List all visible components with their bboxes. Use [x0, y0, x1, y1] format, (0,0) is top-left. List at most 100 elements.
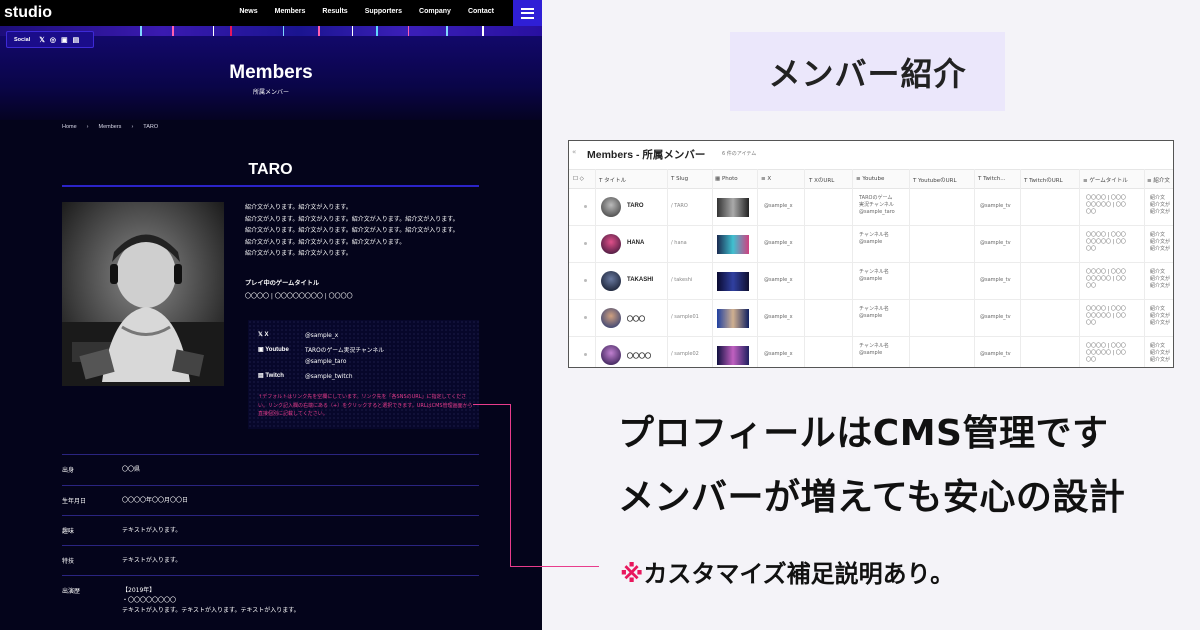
row-photo	[717, 309, 749, 328]
instagram-icon[interactable]: ◎	[50, 36, 56, 44]
row-photo	[717, 272, 749, 291]
page-title: Members	[229, 62, 313, 83]
nav-members[interactable]: Members	[275, 8, 306, 15]
column-x[interactable]: ≡ X	[761, 176, 771, 182]
row-slug: / hana	[671, 240, 687, 246]
column-twitch[interactable]: T Twitch...	[978, 176, 1006, 182]
headline-line-2: メンバーが増えても安心の設計	[618, 477, 1126, 518]
profile-row: 趣味 テキストが入ります。	[62, 515, 479, 545]
column-youtube-url[interactable]: T YoutubeのURL	[913, 176, 957, 184]
row-slug: / takeshi	[671, 277, 693, 283]
profile-label: 趣味	[62, 528, 75, 535]
sns-box: 𝕏 X @sample_x ▣ Youtube TAROのゲーム実況チャンネル …	[248, 320, 479, 429]
stripe-accent	[230, 26, 232, 36]
avatar	[601, 308, 621, 328]
sns-value-youtube: TAROのゲーム実況チャンネル @sample_taro	[305, 348, 385, 365]
chevron-right-icon: ›	[131, 124, 134, 130]
stripe-accent	[318, 26, 320, 36]
cms-row[interactable]: TARO / TARO @sample_x TAROのゲーム 実況チャンネル @…	[569, 189, 1173, 226]
twitch-icon[interactable]: ▤	[73, 36, 80, 44]
avatar	[601, 234, 621, 254]
collapse-icon[interactable]: «	[572, 148, 576, 156]
nav-news[interactable]: News	[239, 8, 257, 15]
note-mark: ※	[620, 560, 644, 588]
avatar	[601, 271, 621, 291]
name-divider	[62, 185, 479, 187]
member-name: TARO	[248, 161, 293, 178]
profile-row: 出演歴 【2019年】 ・〇〇〇〇〇〇〇〇 テキストが入ります。テキストが入りま…	[62, 575, 479, 630]
row-twitch: @sample_tv	[980, 240, 1011, 246]
row-twitch: @sample_tv	[980, 277, 1011, 283]
row-handle[interactable]	[584, 242, 587, 245]
site-logo[interactable]: studio	[4, 4, 52, 22]
column-photo[interactable]: ▦ Photo	[715, 176, 738, 182]
row-youtube: チャンネル名 @sample	[859, 306, 889, 319]
social-links-box: Social 𝕏 ◎ ▣ ▤	[6, 31, 94, 48]
stripe-accent	[172, 26, 174, 36]
callout-line	[473, 404, 510, 405]
sns-row-twitch[interactable]: ▤ Twitch @sample_twitch	[258, 372, 353, 383]
row-twitch: @sample_tv	[980, 351, 1011, 357]
column-intro[interactable]: ≡ 紹介文	[1147, 176, 1170, 184]
row-intro: 紹介文 紹介文が 紹介文が	[1150, 343, 1171, 363]
profile-value: 【2019年】 ・〇〇〇〇〇〇〇〇 テキストが入ります。テキストが入ります。テキ…	[122, 587, 300, 614]
cms-row[interactable]: 〇〇〇〇 / sample02 @sample_x チャンネル名 @sample…	[569, 337, 1173, 367]
callout-line	[510, 404, 511, 567]
section-badge-text: メンバー紹介	[768, 54, 967, 93]
breadcrumb-members[interactable]: Members	[99, 124, 122, 130]
column-x-url[interactable]: T XのURL	[809, 176, 834, 184]
customize-note: ※カスタマイズ補足説明あり。	[620, 554, 954, 589]
row-x: @sample_x	[764, 351, 793, 357]
x-icon[interactable]: 𝕏	[39, 36, 45, 44]
cms-row[interactable]: 〇〇〇 / sample01 @sample_x チャンネル名 @sample …	[569, 300, 1173, 337]
stripe-accent	[352, 26, 353, 36]
row-youtube: チャンネル名 @sample	[859, 232, 889, 245]
sns-row-youtube[interactable]: ▣ Youtube TAROのゲーム実況チャンネル @sample_taro	[258, 346, 384, 368]
sns-label-twitch: Twitch	[265, 373, 284, 379]
nav-contact[interactable]: Contact	[468, 8, 494, 15]
row-games: 〇〇〇〇 | 〇〇〇 〇〇〇〇〇 | 〇〇 〇〇	[1086, 232, 1126, 252]
site-preview: studio News Members Results Supporters C…	[0, 0, 542, 630]
cms-row[interactable]: TAKASHI / takeshi @sample_x チャンネル名 @samp…	[569, 263, 1173, 300]
cms-table-screenshot: « Members - 所属メンバー 6 件のアイテム ☐ ◇ T タイトル T…	[568, 140, 1174, 368]
sns-row-x[interactable]: 𝕏 X @sample_x	[258, 331, 338, 342]
row-handle[interactable]	[584, 205, 587, 208]
stripe-accent	[283, 26, 284, 36]
bio-line: 紹介文が入ります。紹介文が入ります。紹介文が入ります。紹介文が入ります。	[245, 215, 459, 223]
column-twitch-url[interactable]: T TwitchのURL	[1024, 176, 1063, 184]
row-handle[interactable]	[584, 279, 587, 282]
member-bio: 紹介文が入ります。紹介文が入ります。 紹介文が入ります。紹介文が入ります。紹介文…	[245, 202, 480, 260]
profile-value: テキストが入ります。	[122, 557, 182, 564]
column-title[interactable]: T タイトル	[599, 176, 626, 184]
hamburger-menu-button[interactable]	[513, 0, 542, 26]
breadcrumb-home[interactable]: Home	[62, 124, 77, 130]
row-name: TAKASHI	[627, 277, 654, 283]
site-nav: News Members Results Supporters Company …	[239, 8, 494, 15]
row-handle[interactable]	[584, 316, 587, 319]
row-photo	[717, 235, 749, 254]
cms-collection-title: Members - 所属メンバー	[587, 149, 706, 161]
headline-line-1: プロフィールはCMS管理です	[618, 413, 1109, 454]
column-slug[interactable]: T Slug	[671, 176, 688, 182]
row-photo	[717, 198, 749, 217]
row-x: @sample_x	[764, 203, 793, 209]
nav-company[interactable]: Company	[419, 8, 451, 15]
cms-item-count: 6 件のアイテム	[722, 151, 757, 157]
column-game-title[interactable]: ≡ ゲームタイトル	[1083, 176, 1128, 184]
chevron-right-icon: ›	[86, 124, 89, 130]
cms-row[interactable]: HANA / hana @sample_x チャンネル名 @sample @sa…	[569, 226, 1173, 263]
bio-line: 紹介文が入ります。紹介文が入ります。	[245, 204, 352, 211]
row-twitch: @sample_tv	[980, 203, 1011, 209]
select-all-checkbox[interactable]: ☐ ◇	[573, 176, 584, 182]
nav-supporters[interactable]: Supporters	[365, 8, 402, 15]
row-youtube: チャンネル名 @sample	[859, 343, 889, 356]
stripe-accent	[446, 26, 448, 36]
social-label: Social	[14, 36, 31, 43]
youtube-icon[interactable]: ▣	[61, 36, 68, 44]
sns-label-x: X	[264, 332, 269, 338]
row-handle[interactable]	[584, 353, 587, 356]
row-games: 〇〇〇〇 | 〇〇〇 〇〇〇〇〇 | 〇〇 〇〇	[1086, 195, 1126, 215]
nav-results[interactable]: Results	[322, 8, 347, 15]
callout-line	[510, 566, 599, 567]
column-youtube[interactable]: ≡ Youtube	[856, 176, 884, 182]
